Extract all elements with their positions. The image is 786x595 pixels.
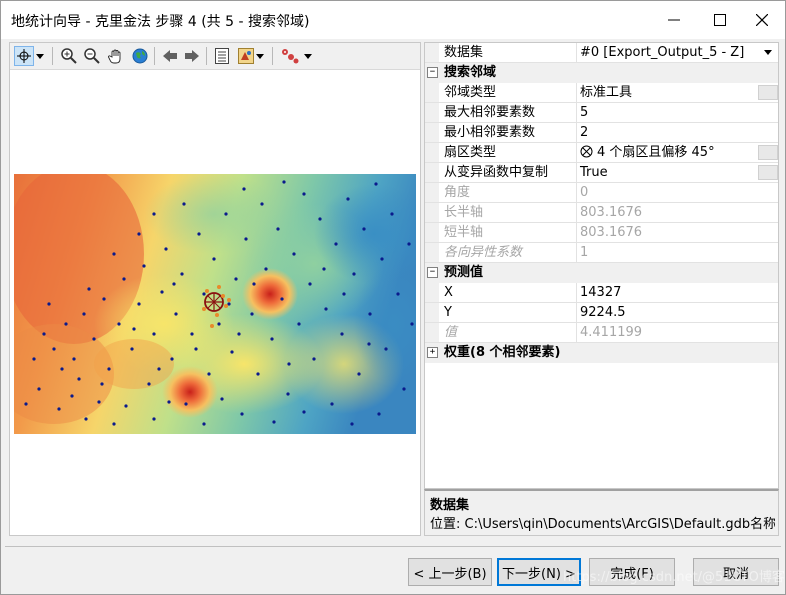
property-name: 从变异函数中复制 xyxy=(444,165,549,180)
minimize-icon xyxy=(668,19,680,21)
property-value[interactable]: True xyxy=(580,164,608,182)
property-grid: 数据集 #0 [Export_Output_5 - Z] − 搜索邻域 邻域类型… xyxy=(424,42,779,489)
edit-button[interactable] xyxy=(758,145,778,160)
edit-button[interactable] xyxy=(758,85,778,100)
zoom-in-icon[interactable] xyxy=(59,46,79,66)
property-value: 803.1676 xyxy=(580,205,643,220)
title-bar: 地统计向导 - 克里金法 步骤 4 (共 5 - 搜索邻域) xyxy=(1,1,785,39)
category-label: 预测值 xyxy=(444,265,484,280)
description-title: 数据集 xyxy=(430,498,470,513)
property-name: 各向异性系数 xyxy=(444,245,523,260)
property-name: 扇区类型 xyxy=(444,145,497,160)
property-row-copy-from-variogram[interactable]: 从变异函数中复制 True xyxy=(425,163,778,183)
dropdown-arrow-icon[interactable] xyxy=(254,46,266,66)
property-value[interactable]: 标准工具 xyxy=(580,84,632,102)
table-icon[interactable] xyxy=(212,46,232,66)
maximize-button[interactable] xyxy=(697,1,743,39)
property-row-anisotropy-factor: 各向异性系数 1 xyxy=(425,243,778,263)
map-preview-panel xyxy=(9,42,421,536)
property-row-sector-type[interactable]: 扇区类型 4 个扇区且偏移 45° xyxy=(425,143,778,163)
property-name: 邻域类型 xyxy=(444,85,497,100)
category-prediction[interactable]: − 预测值 xyxy=(425,263,778,283)
property-value: 1 xyxy=(580,245,589,260)
pan-select-icon[interactable] xyxy=(14,46,34,66)
layers-icon[interactable] xyxy=(236,46,256,66)
property-value[interactable]: 2 xyxy=(580,124,588,142)
category-label: 权重(8 个相邻要素) xyxy=(444,345,561,360)
property-value[interactable]: 9224.5 xyxy=(580,304,626,322)
description-panel: 数据集 位置: C:\Users\qin\Documents\ArcGIS\De… xyxy=(424,489,779,536)
property-row-major-semiaxis: 长半轴 803.1676 xyxy=(425,203,778,223)
full-extent-globe-icon[interactable] xyxy=(130,46,150,66)
close-icon xyxy=(756,14,768,26)
kriging-surface-map[interactable] xyxy=(14,174,416,434)
close-button[interactable] xyxy=(739,1,785,39)
maximize-icon xyxy=(714,14,726,26)
property-row-x[interactable]: X 14327 xyxy=(425,283,778,303)
property-value[interactable]: 5 xyxy=(580,104,588,122)
chevron-down-icon[interactable] xyxy=(760,44,776,60)
description-text: 位置: C:\Users\qin\Documents\ArcGIS\Defaul… xyxy=(430,517,775,532)
property-value: 0 xyxy=(580,185,589,200)
window-title: 地统计向导 - 克里金法 步骤 4 (共 5 - 搜索邻域) xyxy=(11,14,310,30)
expand-icon[interactable]: + xyxy=(427,347,438,358)
property-value[interactable]: 14327 xyxy=(580,284,621,302)
collapse-icon[interactable]: − xyxy=(427,67,438,78)
map-toolbar xyxy=(10,43,420,70)
collapse-icon[interactable]: − xyxy=(427,267,438,278)
kriging-wizard-window: 地统计向导 - 克里金法 步骤 4 (共 5 - 搜索邻域) 数据集 #0 [E… xyxy=(0,0,786,595)
property-name: 值 xyxy=(444,325,458,340)
property-name: 最大相邻要素数 xyxy=(444,105,536,120)
category-weights[interactable]: + 权重(8 个相邻要素) xyxy=(425,343,778,363)
property-row-max-neighbors[interactable]: 最大相邻要素数 5 xyxy=(425,103,778,123)
dropdown-arrow-icon[interactable] xyxy=(302,46,314,66)
minimize-button[interactable] xyxy=(651,1,697,39)
property-name: Y xyxy=(444,305,452,320)
watermark-text: https://blog.csdn.net/@51CTO博客 xyxy=(563,570,785,585)
property-name: 短半轴 xyxy=(444,225,484,240)
property-row-minor-semiaxis: 短半轴 803.1676 xyxy=(425,223,778,243)
property-row-value: 值 4.411199 xyxy=(425,323,778,343)
forward-arrow-icon[interactable] xyxy=(182,46,202,66)
property-name: 最小相邻要素数 xyxy=(444,125,536,140)
symbology-icon[interactable] xyxy=(280,46,300,66)
property-row-min-neighbors[interactable]: 最小相邻要素数 2 xyxy=(425,123,778,143)
dropdown-arrow-icon[interactable] xyxy=(34,46,46,66)
sector-type-value[interactable]: 4 个扇区且偏移 45° xyxy=(580,144,715,162)
back-arrow-icon[interactable] xyxy=(160,46,180,66)
property-value: 4.411199 xyxy=(580,325,643,340)
property-value: 803.1676 xyxy=(580,225,643,240)
category-search-neighborhood[interactable]: − 搜索邻域 xyxy=(425,63,778,83)
property-name: X xyxy=(444,285,453,300)
back-button[interactable]: < 上一步(B) xyxy=(408,558,492,586)
zoom-out-icon[interactable] xyxy=(82,46,102,66)
dataset-select[interactable]: #0 [Export_Output_5 - Z] xyxy=(580,44,744,62)
pan-hand-icon[interactable] xyxy=(106,46,126,66)
sector-icon xyxy=(580,145,593,158)
footer-divider xyxy=(5,546,781,547)
category-label: 搜索邻域 xyxy=(444,65,497,80)
property-name: 角度 xyxy=(444,185,471,200)
edit-button[interactable] xyxy=(758,165,778,180)
dataset-label: 数据集 xyxy=(444,45,484,60)
dataset-row[interactable]: 数据集 #0 [Export_Output_5 - Z] xyxy=(425,43,778,63)
property-value: 4 个扇区且偏移 45° xyxy=(597,145,715,160)
property-row-y[interactable]: Y 9224.5 xyxy=(425,303,778,323)
property-row-neighborhood-type[interactable]: 邻域类型 标准工具 xyxy=(425,83,778,103)
property-name: 长半轴 xyxy=(444,205,484,220)
property-row-angle: 角度 0 xyxy=(425,183,778,203)
